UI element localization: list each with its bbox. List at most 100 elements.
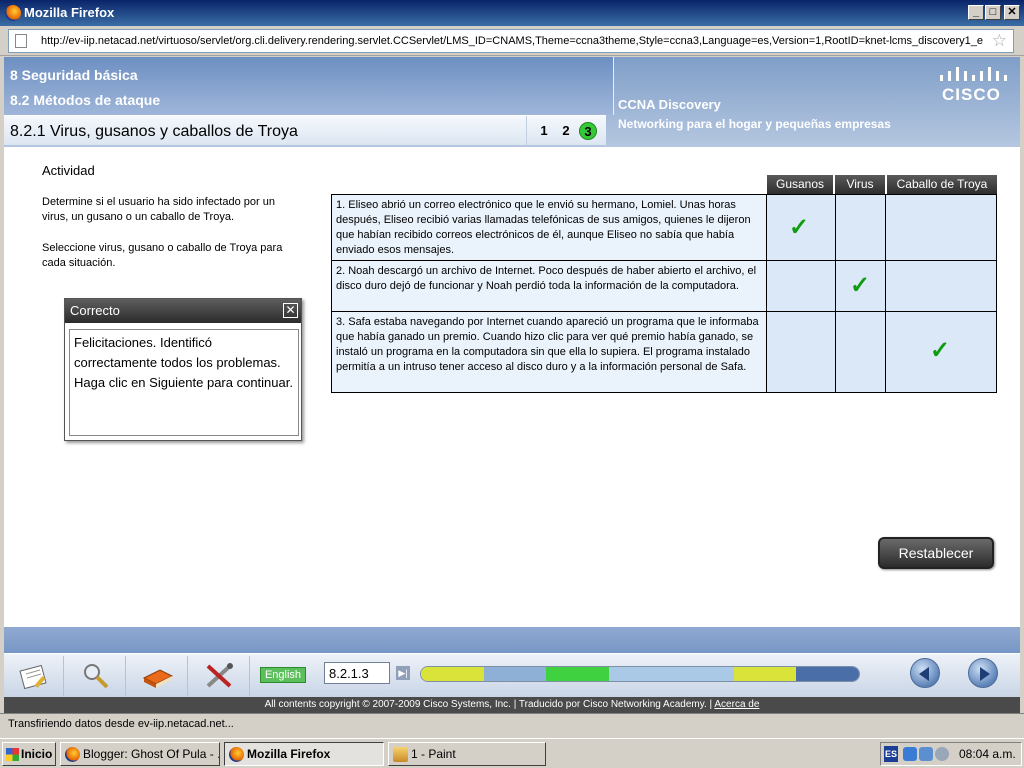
monitor-icon[interactable] xyxy=(919,747,933,761)
reset-button[interactable]: Restablecer xyxy=(878,537,994,569)
table-row: 2. Noah descargó un archivo de Internet.… xyxy=(331,261,997,312)
minimize-button[interactable]: _ xyxy=(968,5,984,20)
about-link[interactable]: Acerca de xyxy=(714,699,759,710)
progress-segment[interactable] xyxy=(608,667,672,681)
chapter-title: 8 Seguridad básica xyxy=(10,67,138,83)
firefox-icon xyxy=(65,747,80,762)
page-viewport: 8 Seguridad básica 8.2 Métodos de ataque… xyxy=(4,57,1020,713)
answer-cell-gusanos[interactable] xyxy=(766,312,835,392)
answer-cell-troyano[interactable] xyxy=(885,261,996,311)
task-label: Blogger: Ghost Of Pula - ... xyxy=(83,747,220,761)
progress-segment[interactable] xyxy=(483,667,547,681)
close-window-button[interactable]: ✕ xyxy=(1004,5,1020,20)
language-toggle[interactable]: English xyxy=(260,667,306,683)
url-bar[interactable]: http://ev-iip.netacad.net/virtuoso/servl… xyxy=(8,29,1014,53)
column-header-gusanos: Gusanos xyxy=(767,175,833,194)
language-indicator[interactable]: ES xyxy=(884,746,898,762)
activity-title: Actividad xyxy=(42,163,95,178)
page-icon xyxy=(15,34,27,48)
paint-icon xyxy=(393,747,408,762)
feedback-message: Felicitaciones. Identificó correctamente… xyxy=(69,329,299,436)
copyright-text: All contents copyright © 2007-2009 Cisco… xyxy=(264,699,713,710)
checkmark-icon: ✓ xyxy=(789,214,810,241)
windows-taskbar: Inicio Blogger: Ghost Of Pula - ... Mozi… xyxy=(0,738,1024,768)
notepad-icon xyxy=(19,664,47,690)
next-button[interactable] xyxy=(968,658,998,688)
product-name: CCNA Discovery xyxy=(618,97,721,112)
previous-button[interactable] xyxy=(910,658,940,688)
answer-cell-gusanos[interactable]: ✓ xyxy=(766,195,835,260)
table-row: 1. Eliseo abrió un correo electrónico qu… xyxy=(331,194,997,261)
taskbar-item-paint[interactable]: 1 - Paint xyxy=(388,742,546,766)
window-title: Mozilla Firefox xyxy=(24,5,115,20)
answer-cell-troyano[interactable] xyxy=(885,195,996,260)
glossary-button[interactable] xyxy=(128,656,188,696)
cisco-bars-icon xyxy=(940,67,1007,81)
tools-icon xyxy=(206,663,233,688)
answer-cell-virus[interactable] xyxy=(835,195,885,260)
search-button[interactable] xyxy=(66,656,126,696)
feedback-popup: Correcto ✕ Felicitaciones. Identificó co… xyxy=(64,298,302,441)
start-label: Inicio xyxy=(21,747,53,761)
network-icon[interactable] xyxy=(903,747,917,761)
answer-cell-gusanos[interactable] xyxy=(766,261,835,311)
question-text: 3. Safa estaba navegando por Internet cu… xyxy=(332,312,766,392)
book-icon xyxy=(142,669,174,688)
progress-segment[interactable] xyxy=(546,667,609,681)
topic-bar: 8.2.1 Virus, gusanos y caballos de Troya… xyxy=(4,115,606,146)
window-titlebar: Mozilla Firefox _ □ ✕ xyxy=(0,0,1024,26)
page-link-2[interactable]: 2 xyxy=(557,122,575,140)
course-bottom-strip xyxy=(4,627,1020,653)
feedback-title: Correcto xyxy=(70,303,120,318)
page-link-1[interactable]: 1 xyxy=(535,122,553,140)
go-to-page-icon[interactable]: ▶| xyxy=(396,666,410,680)
progress-segment[interactable] xyxy=(421,667,484,681)
browser-status-bar: Transfiriendo datos desde ev-iip.netacad… xyxy=(0,713,1024,737)
system-clock: 08:04 a.m. xyxy=(959,747,1016,761)
activity-instruction-1: Determine si el usuario ha sido infectad… xyxy=(42,196,275,223)
notes-button[interactable] xyxy=(4,656,64,696)
bookmark-star-icon[interactable]: ☆ xyxy=(992,31,1007,51)
start-button[interactable]: Inicio xyxy=(2,742,56,766)
navigation-toolbar: http://ev-iip.netacad.net/virtuoso/servl… xyxy=(0,26,1024,56)
close-icon[interactable]: ✕ xyxy=(283,303,298,318)
progress-segment[interactable] xyxy=(671,667,734,681)
task-label: 1 - Paint xyxy=(411,747,456,761)
cisco-wordmark: CISCO xyxy=(942,85,1001,104)
answer-cell-virus[interactable]: ✓ xyxy=(835,261,885,311)
checkmark-icon: ✓ xyxy=(850,272,871,299)
page-link-3-current[interactable]: 3 xyxy=(579,122,597,140)
progress-segment[interactable] xyxy=(796,667,859,681)
page-selector: 1 2 3 xyxy=(526,116,606,146)
column-header-virus: Virus xyxy=(835,175,885,194)
table-row: 3. Safa estaba navegando por Internet cu… xyxy=(331,312,997,393)
firefox-icon xyxy=(5,5,21,21)
activity-instruction-2: Seleccione virus, gusano o caballo de Tr… xyxy=(42,242,283,269)
system-tray: ES 08:04 a.m. xyxy=(880,742,1022,766)
topic-title: 8.2.1 Virus, gusanos y caballos de Troya xyxy=(10,123,298,140)
chapter-banner: 8 Seguridad básica 8.2 Métodos de ataque xyxy=(4,57,614,115)
answer-cell-virus[interactable] xyxy=(835,312,885,392)
question-text: 1. Eliseo abrió un correo electrónico qu… xyxy=(332,195,766,260)
section-title: 8.2 Métodos de ataque xyxy=(10,92,161,108)
magnifier-icon xyxy=(84,664,109,689)
taskbar-item-firefox[interactable]: Mozilla Firefox xyxy=(224,742,384,766)
course-progress-bar[interactable] xyxy=(420,666,860,682)
volume-icon[interactable] xyxy=(935,747,949,761)
course-toolbar: English 8.2.1.3 ▶| xyxy=(4,653,1020,697)
answer-cell-troyano[interactable]: ✓ xyxy=(885,312,996,392)
arrow-left-icon xyxy=(919,667,929,681)
copyright-footer: All contents copyright © 2007-2009 Cisco… xyxy=(4,697,1020,713)
course-header: 8 Seguridad básica 8.2 Métodos de ataque… xyxy=(4,57,1020,147)
taskbar-item-blogger[interactable]: Blogger: Ghost Of Pula - ... xyxy=(60,742,220,766)
checkmark-icon: ✓ xyxy=(930,337,951,364)
feedback-titlebar: Correcto ✕ xyxy=(65,299,301,323)
cisco-logo: CISCO xyxy=(936,67,1012,107)
firefox-icon xyxy=(229,747,244,762)
url-text[interactable]: http://ev-iip.netacad.net/virtuoso/servl… xyxy=(41,35,989,47)
tools-button[interactable] xyxy=(190,656,250,696)
progress-segment[interactable] xyxy=(733,667,797,681)
column-header-troyano: Caballo de Troya xyxy=(887,175,997,194)
maximize-button[interactable]: □ xyxy=(985,5,1001,20)
page-number-field[interactable]: 8.2.1.3 xyxy=(324,662,390,684)
